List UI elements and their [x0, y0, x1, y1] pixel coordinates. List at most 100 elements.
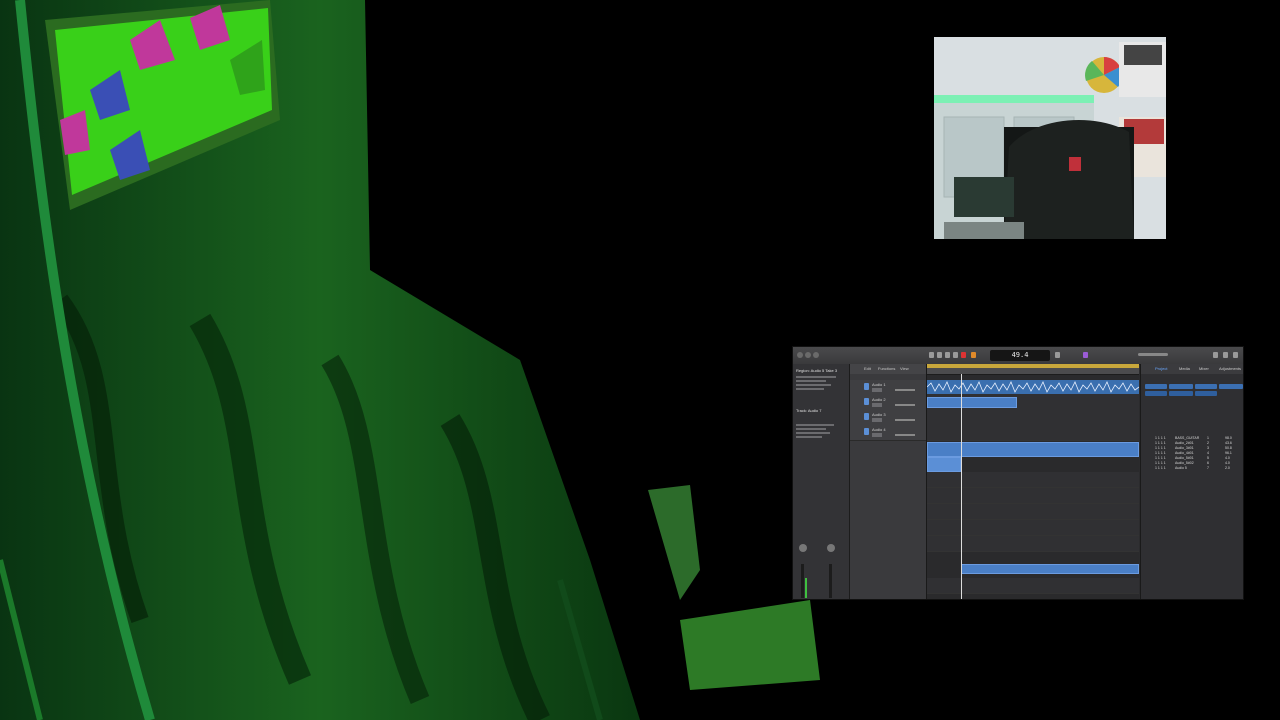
cycle-region[interactable]	[927, 364, 1139, 368]
inspector-panel: Region: Audio 5 Take 3 Track: Audio 7	[793, 364, 850, 599]
row-position: 1 1 1 1	[1155, 441, 1166, 445]
pan-knob-left[interactable]	[799, 544, 807, 552]
inspector-track-header[interactable]: Track: Audio 7	[796, 408, 821, 413]
window-minimize-button[interactable]	[805, 352, 811, 358]
tuner-button[interactable]	[1055, 352, 1060, 358]
browser-tabs: Project Media Mixer Adjustments	[1141, 364, 1243, 374]
fast-forward-button[interactable]	[937, 352, 942, 358]
metronome-button[interactable]	[1083, 352, 1088, 358]
browser-row[interactable]: 1 1 1 1 Audio 5 7 2.0	[1155, 466, 1243, 471]
track-header-2[interactable]: Audio 2	[850, 395, 926, 411]
browser-panel: Project Media Mixer Adjustments 1 1 1 1 B…	[1140, 364, 1243, 599]
stop-button[interactable]	[945, 352, 950, 358]
row-number: 5	[1207, 456, 1209, 460]
track-volume-slider[interactable]	[895, 419, 915, 421]
audio-track-icon	[864, 413, 869, 420]
inspector-region-header[interactable]: Region: Audio 5 Take 3	[796, 368, 837, 373]
track-header-3[interactable]: Audio 3	[850, 410, 926, 426]
audio-track-icon	[864, 398, 869, 405]
menu-edit[interactable]: Edit	[864, 366, 871, 371]
master-volume-slider[interactable]	[1138, 353, 1168, 356]
inspector-line	[796, 428, 826, 430]
inspector-line	[796, 380, 826, 382]
inspector-line	[796, 376, 836, 378]
row-number: 2	[1207, 441, 1209, 445]
window-close-button[interactable]	[797, 352, 803, 358]
audio-region[interactable]	[961, 564, 1139, 574]
browser-toggle-button[interactable]	[1223, 352, 1228, 358]
browser-filter-button[interactable]	[1219, 384, 1243, 389]
row-position: 1 1 1 1	[1155, 466, 1166, 470]
notes-button[interactable]	[1233, 352, 1238, 358]
waveform-region[interactable]	[927, 380, 1139, 394]
play-button[interactable]	[953, 352, 958, 358]
row-name: Audio_2#01	[1175, 441, 1194, 445]
mute-solo-buttons[interactable]	[872, 403, 882, 407]
track-volume-slider[interactable]	[895, 434, 915, 436]
timeline-ruler[interactable]	[927, 364, 1139, 375]
list-editors-button[interactable]	[1213, 352, 1218, 358]
mute-solo-buttons[interactable]	[872, 388, 882, 392]
audio-region[interactable]	[927, 397, 1017, 408]
window-zoom-button[interactable]	[813, 352, 819, 358]
daw-window: 49.4 Region: Audio 5 Take 3 Track: Audio…	[792, 346, 1244, 600]
track-name: Audio 1	[872, 382, 886, 387]
pan-knob-right[interactable]	[827, 544, 835, 552]
record-button[interactable]	[961, 352, 966, 358]
inspector-line	[796, 388, 824, 390]
inspector-line	[796, 424, 834, 426]
track-name: Audio 4	[872, 427, 886, 432]
track-lane[interactable]	[927, 536, 1139, 552]
track-lane[interactable]	[927, 488, 1139, 504]
track-lane[interactable]	[927, 504, 1139, 520]
row-name: Audio_3#01	[1175, 446, 1194, 450]
row-number: 6	[1207, 461, 1209, 465]
playhead[interactable]	[961, 374, 962, 599]
row-position: 1 1 1 1	[1155, 456, 1166, 460]
tab-project[interactable]: Project	[1155, 366, 1167, 371]
rewind-button[interactable]	[929, 352, 934, 358]
tab-mixer[interactable]: Mixer	[1199, 366, 1209, 371]
track-lane[interactable]	[927, 578, 1139, 594]
browser-filter-button[interactable]	[1145, 384, 1167, 389]
mute-solo-buttons[interactable]	[872, 418, 882, 422]
track-lane[interactable]	[927, 425, 1139, 441]
level-meter	[805, 578, 807, 598]
inspector-line	[796, 384, 831, 386]
track-header-1[interactable]: Audio 1	[850, 380, 926, 396]
channel-fader-left[interactable]	[801, 564, 804, 598]
track-volume-slider[interactable]	[895, 404, 915, 406]
track-lane[interactable]	[927, 395, 1139, 411]
transport-lcd: 49.4	[990, 350, 1050, 361]
row-name: Audio_4#01	[1175, 451, 1194, 455]
mute-solo-buttons[interactable]	[872, 433, 882, 437]
channel-fader-right[interactable]	[829, 564, 832, 598]
audio-region-selected[interactable]	[927, 457, 961, 472]
browser-filter-button[interactable]	[1169, 384, 1193, 389]
cycle-button[interactable]	[971, 352, 976, 358]
track-list-menu: Edit Functions View	[850, 364, 926, 374]
track-lane[interactable]	[927, 520, 1139, 536]
track-lane[interactable]	[927, 410, 1139, 426]
track-lane[interactable]	[927, 472, 1139, 488]
track-name: Audio 3	[872, 412, 886, 417]
menu-functions[interactable]: Functions	[878, 366, 895, 371]
row-value: 98.0	[1225, 436, 1232, 440]
row-name: Audio_5#02	[1175, 461, 1194, 465]
row-value: 2.0	[1225, 466, 1230, 470]
track-lane[interactable]	[927, 380, 1139, 396]
row-position: 1 1 1 1	[1155, 461, 1166, 465]
track-volume-slider[interactable]	[895, 389, 915, 391]
browser-filter-button[interactable]	[1169, 391, 1193, 396]
row-value: 4.0	[1225, 456, 1230, 460]
browser-filter-button[interactable]	[1195, 391, 1217, 396]
track-header-4[interactable]: Audio 4	[850, 425, 926, 441]
tab-media[interactable]: Media	[1179, 366, 1190, 371]
arrange-area[interactable]	[927, 364, 1139, 599]
menu-view[interactable]: View	[900, 366, 909, 371]
audio-region[interactable]	[927, 442, 1139, 457]
webcam-inset	[934, 37, 1166, 239]
browser-filter-button[interactable]	[1195, 384, 1217, 389]
tab-adjustments[interactable]: Adjustments	[1219, 366, 1241, 371]
browser-filter-button[interactable]	[1145, 391, 1167, 396]
